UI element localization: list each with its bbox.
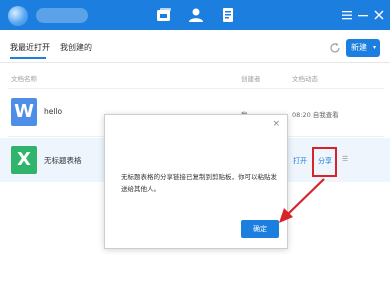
file-name: 无标题表格 xyxy=(44,156,82,165)
close-window-icon[interactable] xyxy=(371,7,387,23)
search-bar[interactable] xyxy=(36,8,88,23)
active-tab-indicator xyxy=(10,57,46,59)
tab-recent[interactable]: 我最近打开 xyxy=(10,42,50,53)
minimize-icon[interactable] xyxy=(355,7,371,23)
share-dialog: × 无标题表格的分享链接已复制到剪贴板，你可以粘贴发送给其他人。 确定 xyxy=(104,114,288,249)
documents-icon[interactable] xyxy=(155,7,173,23)
column-header-time: 文档动态 xyxy=(292,75,318,83)
refresh-icon[interactable] xyxy=(328,41,342,55)
new-button[interactable]: 新建 ▾ xyxy=(346,39,380,57)
column-header-name: 文档名称 xyxy=(11,75,37,83)
tab-created[interactable]: 我创建的 xyxy=(60,42,92,53)
menu-icon[interactable] xyxy=(339,7,355,23)
row-divider xyxy=(8,88,384,89)
contacts-icon[interactable] xyxy=(187,7,205,23)
column-header-creator: 创建者 xyxy=(241,75,261,83)
new-button-label: 新建 xyxy=(351,43,367,52)
open-link[interactable]: 打开 xyxy=(293,156,307,166)
word-doc-icon: W xyxy=(11,98,37,126)
confirm-button[interactable]: 确定 xyxy=(241,220,279,238)
file-name: hello xyxy=(44,107,63,116)
file-list-icon[interactable] xyxy=(219,7,237,23)
close-icon[interactable]: × xyxy=(272,119,280,129)
chevron-down-icon: ▾ xyxy=(372,44,376,51)
avatar[interactable] xyxy=(8,6,28,26)
title-bar xyxy=(0,0,390,30)
spreadsheet-icon: X xyxy=(11,146,37,174)
share-highlight-box xyxy=(312,147,337,177)
dialog-message: 无标题表格的分享链接已复制到剪贴板，你可以粘贴发送给其他人。 xyxy=(121,173,277,193)
more-menu-icon[interactable]: ☰ xyxy=(342,155,348,163)
file-time: 08:20 自我查看 xyxy=(292,111,339,119)
